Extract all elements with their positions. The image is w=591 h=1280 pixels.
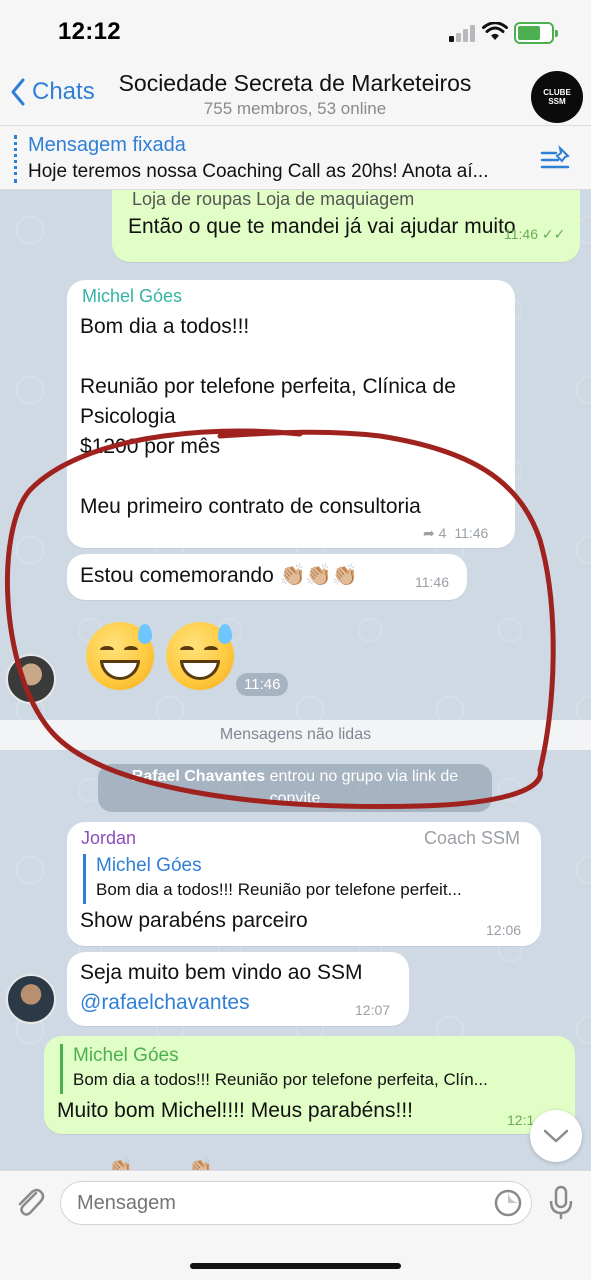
reply-sender: Michel Góes: [73, 1045, 179, 1066]
partial-clap-emoji-icon: 👏🏼: [108, 1158, 133, 1170]
message-time: 12:07: [355, 1002, 391, 1018]
back-button[interactable]: Chats: [10, 78, 95, 106]
sticker-icon[interactable]: [494, 1189, 522, 1217]
message-bubble-incoming[interactable]: Estou comemorando 👏🏼👏🏼👏🏼 11:46: [67, 554, 467, 600]
sender-name[interactable]: Michel Góes: [82, 286, 182, 307]
reply-sender: Michel Góes: [96, 855, 202, 876]
read-checks-icon: ✓✓: [541, 226, 566, 242]
message-meta: ➦ 4 11:46: [423, 525, 488, 542]
forward-count: 4: [438, 525, 447, 541]
pinned-text: Hoje teremos nossa Coaching Call as 20hs…: [28, 161, 489, 182]
chat-subtitle: 755 membros, 53 online: [203, 99, 387, 118]
paperclip-icon[interactable]: [14, 1185, 46, 1219]
sweat-smile-emoji-icon: [166, 622, 234, 690]
message-text: Bom dia a todos!!!: [80, 315, 250, 338]
avatar-text: SSM: [548, 97, 566, 106]
message-partial-text: Loja de roupas Loja de maquiagem: [132, 190, 415, 209]
message-text: Meu primeiro contrato de consultoria: [80, 495, 421, 518]
avatar-jordan[interactable]: [6, 974, 56, 1024]
scroll-down-button[interactable]: [530, 1110, 582, 1162]
avatar-text: CLUBE: [543, 88, 571, 97]
reply-preview[interactable]: Michel Góes Bom dia a todos!!! Reunião p…: [60, 1044, 568, 1094]
message-text: Estou comemorando 👏🏼👏🏼👏🏼: [80, 564, 359, 587]
reply-text: Bom dia a todos!!! Reunião por telefone …: [96, 880, 462, 899]
message-time: 11:46: [454, 525, 489, 541]
pin-list-icon[interactable]: [540, 145, 572, 173]
service-text: entrou no grupo via link de convite: [269, 768, 459, 807]
chevron-down-icon: [543, 1129, 569, 1143]
message-input[interactable]: [60, 1181, 532, 1225]
message-input-bar: [0, 1170, 591, 1280]
message-bubble-incoming[interactable]: Jordan Coach SSM Michel Góes Bom dia a t…: [67, 822, 541, 946]
chat-area[interactable]: Loja de roupas Loja de maquiagem Então o…: [0, 190, 591, 1170]
battery-icon: [514, 22, 558, 44]
pinned-message[interactable]: Mensagem fixada Hoje teremos nossa Coach…: [0, 127, 591, 190]
forward-icon: ➦: [423, 525, 435, 541]
cellular-signal-icon: [449, 25, 475, 42]
message-bubble-outgoing[interactable]: Michel Góes Bom dia a todos!!! Reunião p…: [44, 1036, 575, 1134]
service-message: Rafael Chavantes entrou no grupo via lin…: [98, 764, 492, 812]
avatar-michel[interactable]: [6, 654, 56, 704]
sweat-smile-emoji-icon: [86, 622, 154, 690]
message-text: Show parabéns parceiro: [80, 909, 308, 932]
back-label: Chats: [32, 78, 95, 105]
message-bubble-incoming[interactable]: Seja muito bem vindo ao SSM @rafaelchava…: [67, 952, 409, 1026]
sender-role: Coach SSM: [424, 828, 521, 848]
reply-text: Bom dia a todos!!! Reunião por telefone …: [73, 1070, 488, 1089]
message-time: 11:46: [415, 574, 449, 590]
message-text: $1200 por mês: [80, 435, 221, 458]
chat-header: Chats Sociedade Secreta de Marketeiros 7…: [0, 64, 591, 126]
message-time: 11:46 ✓✓: [504, 226, 566, 242]
chevron-left-icon: [11, 78, 25, 106]
wifi-icon: [482, 22, 508, 40]
message-text: Reunião por telefone perfeita, Clínica d…: [80, 375, 456, 398]
service-user-name[interactable]: Rafael Chavantes: [132, 768, 265, 785]
home-indicator: [190, 1263, 401, 1269]
message-bubble-incoming[interactable]: Michel Góes Bom dia a todos!!! Reunião p…: [67, 280, 515, 548]
partial-clap-emoji-icon: 👏🏼: [188, 1158, 213, 1170]
mention-link[interactable]: @rafaelchavantes: [80, 988, 250, 1018]
message-text: Psicologia: [80, 405, 176, 428]
unread-separator: Mensagens não lidas: [0, 720, 591, 750]
message-time: 11:46: [236, 673, 289, 696]
message-time: 12:1: [507, 1112, 535, 1128]
reply-preview[interactable]: Michel Góes Bom dia a todos!!! Reunião p…: [83, 854, 531, 904]
chat-title[interactable]: Sociedade Secreta de Marketeiros: [100, 70, 490, 97]
message-text: Muito bom Michel!!!! Meus parabéns!!!: [57, 1099, 413, 1122]
message-bubble-outgoing[interactable]: Loja de roupas Loja de maquiagem Então o…: [112, 190, 580, 262]
pinned-indicator: [14, 135, 17, 183]
microphone-icon[interactable]: [548, 1185, 574, 1221]
sender-name[interactable]: Jordan: [81, 828, 136, 849]
group-avatar[interactable]: CLUBE SSM: [531, 71, 583, 123]
status-time: 12:12: [58, 18, 121, 45]
status-bar: 12:12: [0, 0, 591, 64]
message-time: 12:06: [486, 922, 522, 938]
pinned-label: Mensagem fixada: [28, 134, 186, 156]
message-text: Seja muito bem vindo ao SSM: [80, 961, 363, 984]
message-text: Então o que te mandei já vai ajudar muit…: [128, 215, 516, 238]
